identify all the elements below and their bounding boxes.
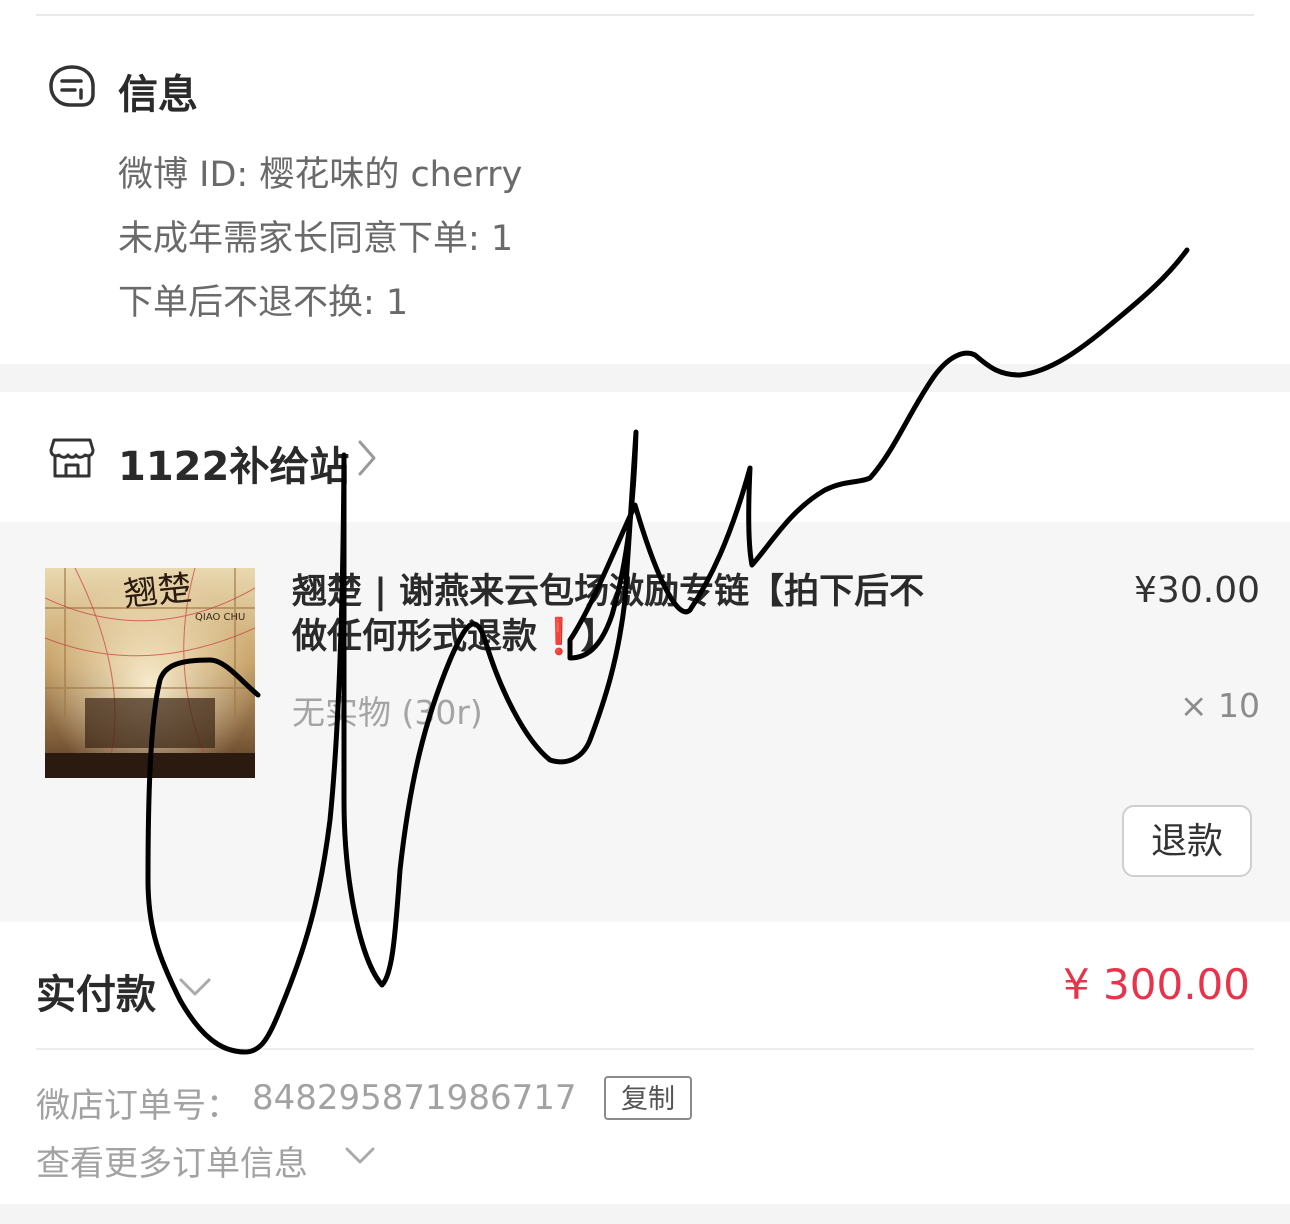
refund-button[interactable]: 退款 [1122, 805, 1252, 877]
payment-divider [36, 1048, 1254, 1050]
product-thumbnail[interactable]: 翘楚 QIAO CHU [45, 568, 255, 778]
product-title[interactable]: 翘楚 | 谢燕来云包场激励专链【拍下后不做任何形式退款❗️】 [292, 570, 952, 660]
more-order-info-link[interactable]: 查看更多订单信息 [36, 1136, 308, 1185]
quantity: × 10 [1179, 686, 1260, 725]
paid-amount-label[interactable]: 实付款 [36, 962, 156, 1020]
thumbnail-title: 翘楚 [122, 568, 194, 615]
paid-amount: ¥ 300.00 [1062, 960, 1250, 1009]
chevron-down-icon[interactable] [178, 976, 212, 998]
chevron-down-icon[interactable] [344, 1146, 376, 1166]
chevron-right-icon[interactable] [354, 438, 380, 478]
info-minor-consent: 未成年需家长同意下单: 1 [118, 219, 514, 259]
product-spec: 无实物 (30r) [292, 693, 483, 732]
copy-order-number-button[interactable]: 复制 [604, 1076, 692, 1120]
order-number: 848295871986717 [252, 1078, 577, 1118]
info-section-title: 信息 [118, 72, 198, 118]
order-number-label: 微店订单号： [36, 1086, 240, 1126]
bottom-separator [0, 1204, 1290, 1224]
section-separator [0, 364, 1290, 392]
unit-price: ¥30.00 [1134, 570, 1260, 611]
info-no-return: 下单后不退不换: 1 [118, 283, 409, 323]
top-divider [36, 14, 1254, 16]
storefront-icon [49, 438, 95, 478]
chat-bubble-icon [49, 65, 95, 107]
shop-name[interactable]: 1122补给站 [118, 434, 349, 492]
thumbnail-subtitle: QIAO CHU [195, 612, 245, 623]
info-weibo-id: 微博 ID: 樱花味的 cherry [118, 155, 523, 195]
